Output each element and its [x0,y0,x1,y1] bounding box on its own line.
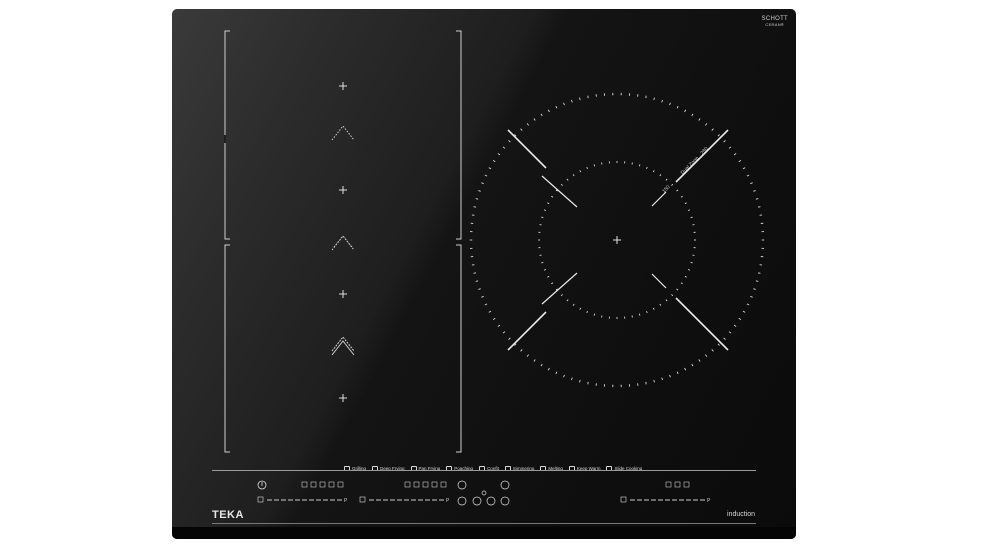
induction-hob: SCHOTT CERAN® Dual Zone 280 150 P P P Gr… [172,9,796,539]
hob-markings: Dual Zone 280 150 P P P [224,30,765,506]
slide-chevrons [331,125,355,356]
dual-zone-center [613,236,621,244]
zone1-selector [257,496,264,503]
control-strip: P P P [257,480,711,506]
zone1-slider-end: P [344,498,348,504]
zone3-selector [620,496,627,503]
zone2-slider-end: P [446,498,450,504]
flex-zone-outline [224,30,462,453]
control-divider [212,470,756,471]
dual-zone-labels: Dual Zone 280 150 [661,146,709,194]
function-legend: Grilling Deep Frying Pan Frying Poaching Con… [344,463,642,473]
timer-controls [457,480,510,506]
outer-size-label: 280 [699,146,709,156]
zone2-selector [359,496,366,503]
zone3-slider-end: P [707,498,711,504]
hob-front-edge [172,527,796,539]
bottom-divider [212,523,756,524]
teka-logo: TEKA [212,509,244,521]
induction-label: induction [727,511,756,518]
inner-size-label: 150 [661,184,671,194]
dual-zone-label: Dual Zone [680,155,701,176]
